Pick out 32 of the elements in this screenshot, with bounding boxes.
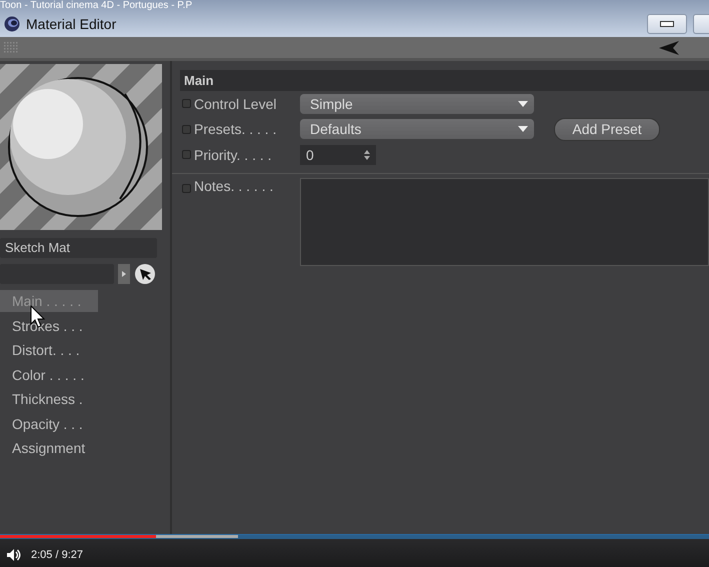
caret-icon	[518, 126, 528, 132]
field-label: Control Level	[194, 96, 278, 112]
maximize-button[interactable]	[693, 14, 709, 34]
caret-icon	[122, 271, 126, 277]
back-arrow-icon[interactable]	[659, 40, 679, 54]
video-time: 2:05 / 9:27	[31, 549, 83, 561]
section-header: Main	[180, 70, 709, 91]
notes-field[interactable]	[300, 178, 709, 266]
minimize-button[interactable]	[647, 14, 687, 34]
field-label: Presets. . . . .	[194, 121, 278, 138]
channel-item[interactable]: Opacity . . .	[0, 412, 98, 434]
number-field[interactable]: 0	[300, 144, 376, 165]
stepper-arrows-icon[interactable]	[364, 150, 370, 160]
grip-icon[interactable]	[4, 42, 18, 54]
window-title: Material Editor	[26, 16, 116, 32]
progress-bar[interactable]	[0, 535, 156, 538]
sphere-logo-icon	[4, 16, 20, 32]
dropdown[interactable]: Defaults	[300, 119, 534, 140]
field-label: Notes. . . . . .	[194, 178, 274, 194]
expand-button[interactable]	[118, 264, 130, 284]
field-label: Priority. . . . .	[194, 146, 273, 163]
video-title: Toon - Tutorial cinema 4D - Portugues - P.P	[0, 0, 192, 11]
channel-item[interactable]: Assignment	[0, 437, 98, 459]
pointer-pick-icon[interactable]	[134, 263, 156, 285]
channel-item[interactable]: Color . . . . .	[0, 364, 98, 386]
caret-icon	[518, 100, 528, 107]
add-preset-button[interactable]: Add Preset	[554, 118, 660, 141]
material-name-field[interactable]: Sketch Mat	[0, 238, 157, 258]
volume-icon[interactable]	[7, 548, 21, 562]
channel-item[interactable]: Distort. . . .	[0, 339, 98, 361]
channel-item[interactable]: Thickness .	[0, 388, 98, 410]
dropdown[interactable]: Simple	[300, 94, 534, 114]
